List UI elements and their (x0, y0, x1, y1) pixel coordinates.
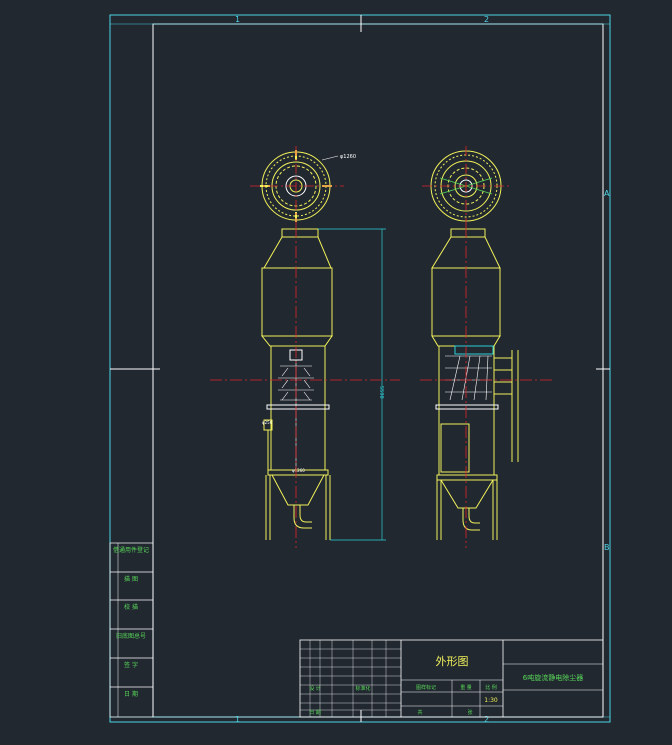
outer-border (109, 14, 611, 723)
inlet-dim-label: φ250 (262, 420, 273, 425)
left-label-3: 旧底图总号 (116, 632, 146, 640)
scale-value: 1:30 (484, 697, 498, 704)
bottom-zone-1: 1 (235, 715, 240, 724)
left-label-0: 借通用件登记 (113, 546, 149, 554)
left-precipitator-view (260, 150, 339, 540)
centerlines (210, 146, 552, 548)
scale-label: 比 例 (485, 684, 497, 691)
left-signature-table: 借通用件登记 描 图 校 描 旧底图总号 签 字 日 期 (109, 542, 154, 718)
weight-label: 重 量 (460, 684, 472, 691)
designer-label: 设 计 (309, 685, 321, 692)
right-zone-b: B (604, 543, 610, 552)
sheet-label: 共 (417, 709, 422, 716)
date-label: 日 期 (309, 710, 321, 716)
top-dim-label: φ1260 (340, 154, 356, 160)
bottom-zone-2: 2 (484, 715, 489, 724)
overall-height-dimension (318, 228, 386, 541)
cad-drawing: 1 2 1 2 A B 借通用件登记 描 图 校 描 旧底图总号 签 字 日 期 (109, 14, 611, 724)
left-label-5: 日 期 (124, 690, 138, 698)
mark-label: 图样标记 (416, 684, 436, 691)
drawing-title: 外形图 (436, 655, 469, 668)
standard-label: 标准化 (355, 685, 370, 692)
left-label-2: 校 描 (124, 603, 138, 611)
left-label-1: 描 图 (124, 575, 138, 583)
top-zone-1: 1 (235, 15, 240, 24)
right-precipitator-view (430, 150, 519, 540)
margin-frame (109, 23, 611, 718)
left-label-4: 签 字 (124, 661, 138, 669)
overall-height-label: 5598 (378, 386, 384, 399)
base-dim-label: φ1260 (292, 468, 305, 473)
inner-frame (152, 23, 604, 718)
page-label: 张 (467, 709, 472, 716)
part-name: 6吨旋流静电除尘器 (523, 673, 583, 682)
title-block: 外形图 6吨旋流静电除尘器 图样标记 重 量 比 例 1:30 共 张 设 计 … (299, 639, 604, 718)
top-zone-2: 2 (484, 15, 489, 24)
right-zone-a: A (604, 189, 610, 198)
